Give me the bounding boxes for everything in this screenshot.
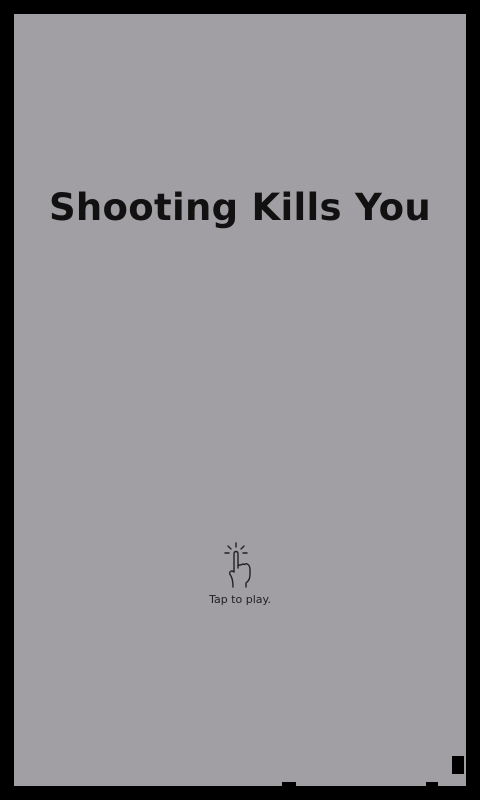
game-title: Shooting Kills You: [48, 186, 432, 229]
finger-tap-icon: [224, 542, 251, 588]
tap-to-play-hint[interactable]: Tap to play.: [190, 542, 290, 612]
frame-notch: [452, 756, 464, 774]
frame-notch: [426, 782, 438, 786]
frame-notch: [282, 782, 296, 786]
game-screen: Shooting Kills You Tap to play.: [0, 0, 480, 800]
play-area[interactable]: Shooting Kills You Tap to play.: [14, 14, 466, 786]
tap-to-play-label: Tap to play.: [209, 593, 271, 606]
